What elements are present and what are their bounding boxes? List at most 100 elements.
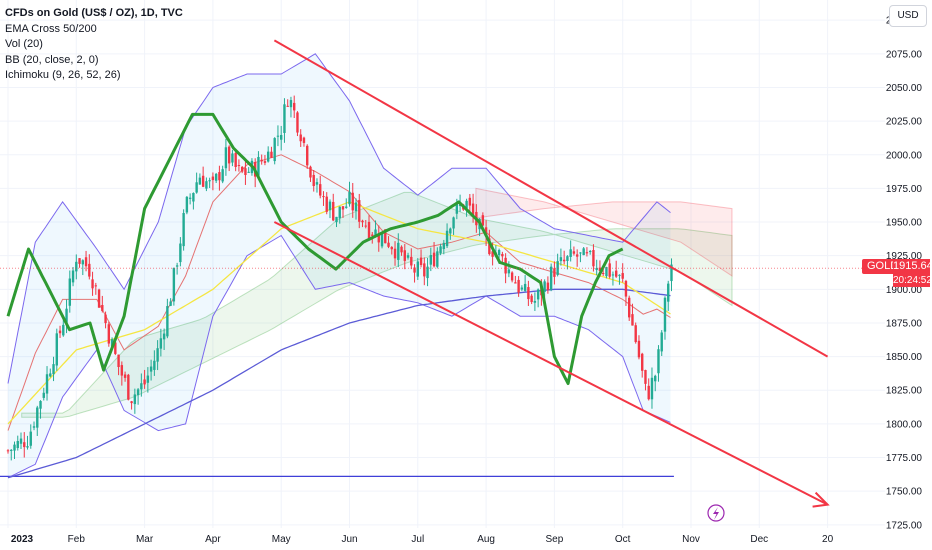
candle-body — [101, 304, 104, 311]
candle-body — [566, 256, 569, 262]
candle-body — [452, 217, 455, 229]
candle-body — [182, 213, 185, 247]
price-tick-label: 1750.00 — [886, 487, 923, 498]
candle-body — [62, 324, 65, 336]
candle-body — [406, 255, 410, 258]
candle-body — [283, 104, 286, 133]
candle-body — [13, 444, 16, 451]
legend-title[interactable]: CFDs on Gold (US$ / OZ), 1D, TVC — [5, 6, 183, 22]
price-tick-label: 1800.00 — [886, 419, 923, 430]
candle-body — [237, 165, 241, 167]
candle-body — [52, 364, 55, 375]
candle-body — [296, 112, 299, 133]
time-axis[interactable]: 2023 Feb Mar Apr May Jun Jul Aug Sep Oct Nov Dec 20 — [11, 534, 834, 545]
candle-body — [309, 166, 312, 178]
price-tick-label: 1725.00 — [886, 520, 923, 531]
candle-body — [240, 166, 244, 172]
candle-body — [575, 254, 579, 257]
candle-body — [188, 197, 192, 199]
candle-body — [553, 268, 556, 277]
legend-indicator[interactable]: BB (20, close, 2, 0) — [5, 53, 183, 69]
candle-body — [45, 374, 49, 394]
candle-body — [179, 243, 182, 263]
candle-body — [293, 102, 296, 111]
candle-body — [481, 215, 485, 226]
candle-body — [641, 353, 644, 371]
candle-body — [393, 248, 397, 259]
currency-button[interactable]: USD — [889, 5, 927, 27]
price-tick-label: 1825.00 — [886, 386, 923, 397]
candle-body — [68, 278, 71, 306]
candle-body — [205, 181, 208, 189]
candle-body — [332, 201, 335, 221]
candle-body — [302, 137, 306, 143]
candle-body — [224, 147, 228, 169]
candle-body — [123, 374, 127, 378]
price-tick-label: 2000.00 — [886, 150, 923, 161]
candle-body — [36, 407, 39, 428]
time-tick-label: Sep — [546, 534, 564, 545]
candle-body — [185, 196, 189, 213]
candle-body — [117, 354, 120, 368]
candle-body — [663, 297, 667, 332]
last-price-label: GOLD 1915.64 20:24:52 — [862, 259, 932, 289]
candle-body — [621, 273, 624, 279]
candle-body — [387, 242, 390, 247]
candle-body — [325, 196, 328, 212]
candle-body — [133, 394, 137, 405]
candle-body — [361, 220, 364, 223]
price-tick-label: 1950.00 — [886, 218, 923, 229]
legend-indicator[interactable]: Vol (20) — [5, 37, 183, 53]
candle-body — [192, 193, 195, 202]
candle-body — [289, 100, 293, 108]
candle-body — [650, 377, 654, 400]
candle-body — [608, 263, 611, 277]
price-tick-label: 2075.00 — [886, 49, 923, 60]
candle-body — [614, 270, 618, 277]
time-tick-label: 2023 — [11, 534, 34, 545]
time-tick-label: Mar — [136, 534, 154, 545]
candle-body — [517, 279, 520, 293]
channel-arrow-head — [812, 491, 830, 508]
candle-body — [107, 324, 111, 344]
time-tick-label: Jul — [411, 534, 424, 545]
candle-body — [247, 171, 250, 173]
candle-body — [530, 295, 533, 303]
candle-body — [419, 257, 423, 266]
candle-body — [42, 392, 45, 398]
candle-body — [400, 246, 403, 253]
candle-body — [159, 338, 163, 349]
legend-indicator[interactable]: Ichimoku (9, 26, 52, 26) — [5, 68, 183, 84]
candle-body — [16, 441, 19, 449]
price-label-countdown: 20:24:52 — [893, 274, 932, 287]
time-tick-label: 20 — [822, 534, 834, 545]
candle-body — [299, 134, 302, 142]
legend-indicator[interactable]: EMA Cross 50/200 — [5, 22, 183, 38]
candle-body — [497, 250, 501, 256]
candle-body — [55, 333, 58, 366]
candle-body — [631, 314, 634, 326]
candle-body — [104, 314, 107, 324]
candle-body — [618, 274, 621, 276]
candle-body — [569, 249, 572, 257]
candle-body — [201, 175, 205, 187]
candle-body — [338, 206, 341, 219]
candle-body — [445, 230, 449, 247]
candle-body — [582, 248, 585, 256]
candle-body — [335, 216, 338, 223]
candle-body — [260, 159, 263, 162]
candle-body — [510, 272, 514, 281]
candle-body — [195, 182, 198, 193]
candle-body — [306, 145, 309, 166]
candle-body — [364, 225, 367, 227]
candle-body — [198, 177, 202, 185]
candle-body — [562, 259, 566, 262]
candle-body — [380, 233, 384, 247]
candle-body — [49, 373, 52, 377]
candle-body — [533, 300, 537, 303]
candle-body — [149, 366, 153, 372]
event-marker[interactable] — [707, 504, 725, 522]
candle-body — [345, 206, 348, 208]
candle-body — [341, 206, 345, 210]
candle-body — [371, 234, 374, 236]
